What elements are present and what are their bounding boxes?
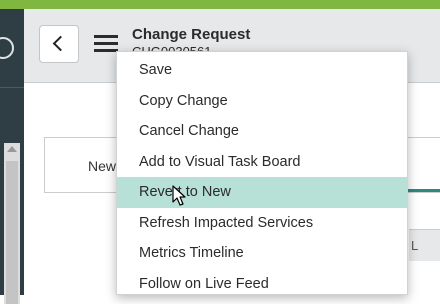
progress-indicator xyxy=(408,189,440,192)
rail-scrollbar[interactable] xyxy=(4,143,20,304)
menu-item-follow-on-live-feed[interactable]: Follow on Live Feed xyxy=(117,269,407,300)
scroll-up-arrow-icon[interactable] xyxy=(7,146,17,152)
chevron-left-icon xyxy=(52,35,69,52)
context-menu: Save Copy Change Cancel Change Add to Vi… xyxy=(116,51,408,295)
circle-icon[interactable] xyxy=(0,37,14,59)
state-label: New xyxy=(88,158,117,174)
top-accent-bar xyxy=(0,0,440,9)
hamburger-icon[interactable] xyxy=(94,35,118,53)
back-button[interactable] xyxy=(39,25,79,63)
menu-item-cancel-change[interactable]: Cancel Change xyxy=(117,116,407,147)
menu-item-refresh-impacted-services[interactable]: Refresh Impacted Services xyxy=(117,208,407,239)
menu-item-revert-to-new[interactable]: Revert to New xyxy=(117,177,407,208)
menu-item-save[interactable]: Save xyxy=(117,55,407,86)
menu-item-metrics-timeline[interactable]: Metrics Timeline xyxy=(117,238,407,269)
related-list-tab[interactable]: L xyxy=(409,229,440,261)
mouse-cursor-icon xyxy=(172,185,186,206)
related-list-tab-label: L xyxy=(411,238,419,253)
rail-divider xyxy=(0,87,24,88)
menu-item-add-to-visual-task-board[interactable]: Add to Visual Task Board xyxy=(117,147,407,178)
page-title: Change Request xyxy=(132,26,251,43)
left-navigation-rail xyxy=(0,9,24,304)
scrollbar-thumb[interactable] xyxy=(6,161,18,304)
menu-item-copy-change[interactable]: Copy Change xyxy=(117,86,407,117)
